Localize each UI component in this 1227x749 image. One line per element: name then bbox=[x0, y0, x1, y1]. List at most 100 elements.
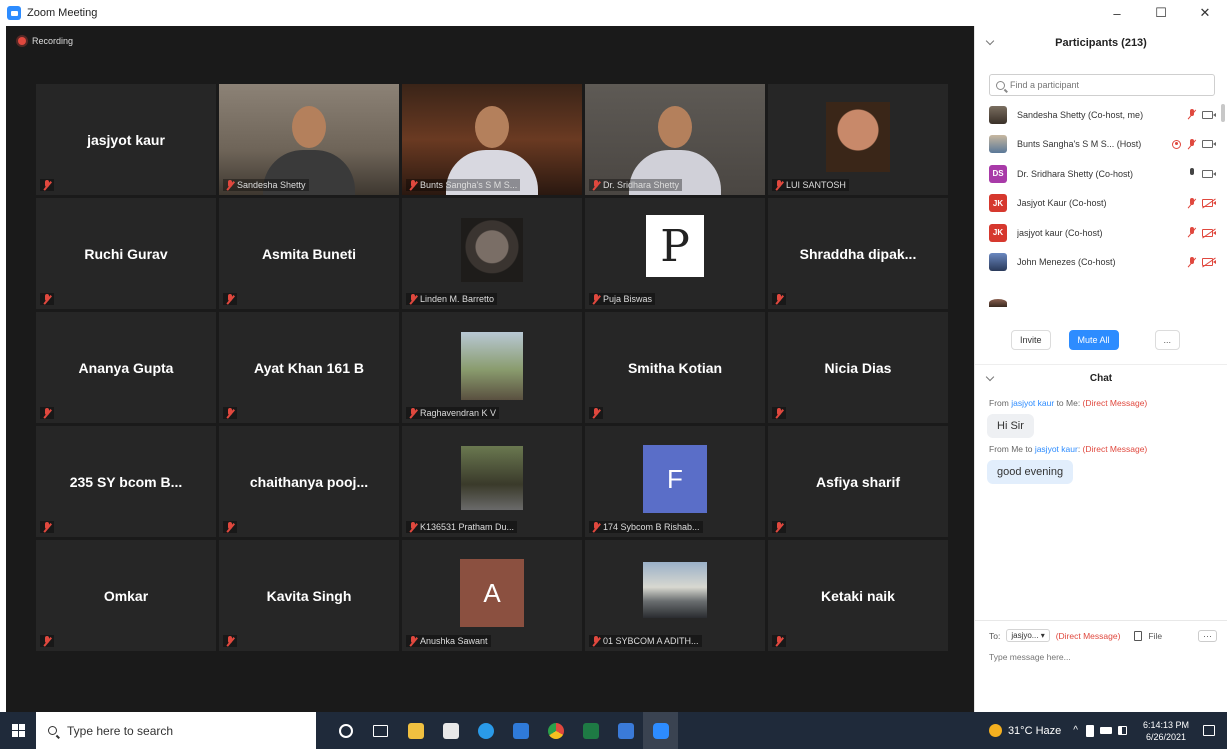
volume-icon[interactable] bbox=[1117, 726, 1127, 735]
participant-search-input[interactable] bbox=[1010, 80, 1210, 90]
tile-label bbox=[40, 635, 54, 647]
excel-button[interactable] bbox=[573, 712, 608, 749]
participant-tile[interactable]: Ayat Khan 161 B bbox=[219, 312, 399, 423]
participant-row[interactable]: John Menezes (Co-host) bbox=[975, 248, 1227, 278]
participant-row[interactable]: JK Jasjyot Kaur (Co-host) bbox=[975, 189, 1227, 219]
participant-tile[interactable]: Smitha Kotian bbox=[585, 312, 765, 423]
notifications-icon[interactable] bbox=[1203, 725, 1215, 736]
tile-label-text: Puja Biswas bbox=[603, 294, 653, 304]
participant-name: Nicia Dias bbox=[824, 359, 892, 376]
camera-icon[interactable] bbox=[1202, 169, 1216, 178]
participant-tile[interactable]: K136531 Pratham Du... bbox=[402, 426, 582, 537]
participant-tile[interactable]: P Puja Biswas bbox=[585, 198, 765, 309]
participant-tile[interactable]: Shraddha dipak... bbox=[768, 198, 948, 309]
participant-tile[interactable]: Omkar bbox=[36, 540, 216, 651]
participant-list-name: Dr. Sridhara Shetty (Co-host) bbox=[1017, 168, 1134, 179]
tile-label: K136531 Pratham Du... bbox=[406, 521, 518, 533]
participant-tile[interactable]: Raghavendran K V bbox=[402, 312, 582, 423]
cortana-icon bbox=[338, 723, 353, 738]
invite-button[interactable]: Invite bbox=[1011, 330, 1051, 350]
participant-tile[interactable]: A Anushka Sawant bbox=[402, 540, 582, 651]
mute-all-button[interactable]: Mute All bbox=[1068, 330, 1119, 350]
participant-tile[interactable]: LUI SANTOSH bbox=[768, 84, 948, 195]
edge-button[interactable] bbox=[468, 712, 503, 749]
mic-muted-icon bbox=[226, 408, 234, 418]
file-icon[interactable] bbox=[1134, 630, 1143, 641]
mic-muted-icon[interactable] bbox=[1187, 109, 1196, 120]
weather-icon[interactable] bbox=[988, 724, 1002, 737]
mic-icon[interactable] bbox=[1187, 168, 1196, 179]
chrome-button[interactable] bbox=[538, 712, 573, 749]
mic-muted-icon[interactable] bbox=[1187, 256, 1196, 268]
participant-row[interactable]: Bunts Sangha's S M S... (Host) bbox=[975, 130, 1227, 160]
chevron-down-icon[interactable] bbox=[985, 372, 995, 382]
recording-icon bbox=[18, 37, 26, 45]
camera-off-icon[interactable] bbox=[1202, 199, 1216, 208]
participant-tile[interactable]: Sandesha Shetty bbox=[219, 84, 399, 195]
camera-off-icon[interactable] bbox=[1202, 258, 1216, 267]
chevron-down-icon[interactable] bbox=[985, 36, 995, 46]
chrome-icon bbox=[547, 722, 564, 739]
participant-tile[interactable]: Dr. Sridhara Shetty bbox=[585, 84, 765, 195]
photos-button[interactable] bbox=[608, 712, 643, 749]
participant-row[interactable]: DS Dr. Sridhara Shetty (Co-host) bbox=[975, 159, 1227, 189]
window-controls: – ☐ ✕ bbox=[1095, 0, 1227, 26]
minimize-button[interactable]: – bbox=[1095, 0, 1139, 26]
file-explorer-button[interactable] bbox=[398, 712, 433, 749]
recording-indicator[interactable]: Recording bbox=[18, 36, 73, 46]
participant-tile[interactable]: F 174 Sybcom B Rishab... bbox=[585, 426, 765, 537]
participant-row[interactable] bbox=[975, 277, 1227, 307]
chat-more-button[interactable]: ··· bbox=[1198, 629, 1217, 642]
mic-muted-icon[interactable] bbox=[1187, 197, 1196, 209]
participant-tile[interactable]: 235 SY bcom B... bbox=[36, 426, 216, 537]
participant-tile[interactable]: Asfiya sharif bbox=[768, 426, 948, 537]
more-options-button[interactable]: ... bbox=[1154, 330, 1181, 350]
cortana-button[interactable] bbox=[328, 712, 363, 749]
zoom-taskbar-button[interactable] bbox=[643, 712, 678, 749]
camera-off-icon[interactable] bbox=[1202, 228, 1216, 237]
chat-sender-link[interactable]: jasjyot kaur bbox=[1011, 398, 1054, 408]
participant-tile[interactable]: Asmita Buneti bbox=[219, 198, 399, 309]
participant-avatar bbox=[989, 298, 1007, 307]
maximize-button[interactable]: ☐ bbox=[1139, 0, 1183, 26]
participant-row[interactable]: JK jasjyot kaur (Co-host) bbox=[975, 218, 1227, 248]
participant-avatar: JK bbox=[989, 223, 1007, 242]
mic-tray-icon[interactable] bbox=[1085, 724, 1094, 737]
task-view-button[interactable] bbox=[363, 712, 398, 749]
participant-tile[interactable]: Bunts Sangha's S M S... bbox=[402, 84, 582, 195]
close-button[interactable]: ✕ bbox=[1183, 0, 1227, 26]
participant-tile[interactable]: Kavita Singh bbox=[219, 540, 399, 651]
clock[interactable]: 6:14:13 PM 6/26/2021 bbox=[1143, 719, 1189, 743]
chat-sender-link[interactable]: jasjyot kaur bbox=[1035, 444, 1078, 454]
participant-list-name: John Menezes (Co-host) bbox=[1017, 257, 1116, 268]
participant-tile[interactable]: Nicia Dias bbox=[768, 312, 948, 423]
participant-avatar: JK bbox=[989, 194, 1007, 213]
chat-message-input[interactable] bbox=[989, 652, 1209, 662]
camera-icon[interactable] bbox=[1202, 140, 1216, 149]
participant-name: chaithanya pooj... bbox=[249, 473, 369, 490]
mic-muted-icon[interactable] bbox=[1187, 138, 1196, 150]
participant-status-icons bbox=[1187, 197, 1216, 209]
file-label[interactable]: File bbox=[1148, 631, 1162, 641]
mail-button[interactable] bbox=[503, 712, 538, 749]
camera-icon[interactable] bbox=[1202, 110, 1216, 119]
participant-tile[interactable]: Ruchi Gurav bbox=[36, 198, 216, 309]
participant-tile[interactable]: jasjyot kaur bbox=[36, 84, 216, 195]
store-button[interactable] bbox=[433, 712, 468, 749]
participant-search[interactable] bbox=[989, 74, 1215, 96]
participant-tile[interactable]: 01 SYBCOM A ADITH... bbox=[585, 540, 765, 651]
participant-tile[interactable]: Linden M. Barretto bbox=[402, 198, 582, 309]
start-button[interactable] bbox=[0, 712, 36, 749]
participant-tile[interactable]: Ketaki naik bbox=[768, 540, 948, 651]
show-hidden-icons[interactable]: ^ bbox=[1073, 725, 1078, 736]
participant-tile[interactable]: Ananya Gupta bbox=[36, 312, 216, 423]
mic-muted-icon[interactable] bbox=[1187, 227, 1196, 238]
battery-icon[interactable] bbox=[1099, 727, 1112, 734]
recipient-select[interactable]: jasjyo... ▾ bbox=[1006, 629, 1050, 642]
participant-row[interactable]: Sandesha Shetty (Co-host, me) bbox=[975, 100, 1227, 130]
weather-text[interactable]: 31°C Haze bbox=[1008, 725, 1061, 737]
taskbar-search[interactable]: Type here to search bbox=[36, 712, 316, 749]
tile-label bbox=[772, 635, 786, 647]
participant-name: jasjyot kaur bbox=[87, 131, 165, 148]
participant-tile[interactable]: chaithanya pooj... bbox=[219, 426, 399, 537]
